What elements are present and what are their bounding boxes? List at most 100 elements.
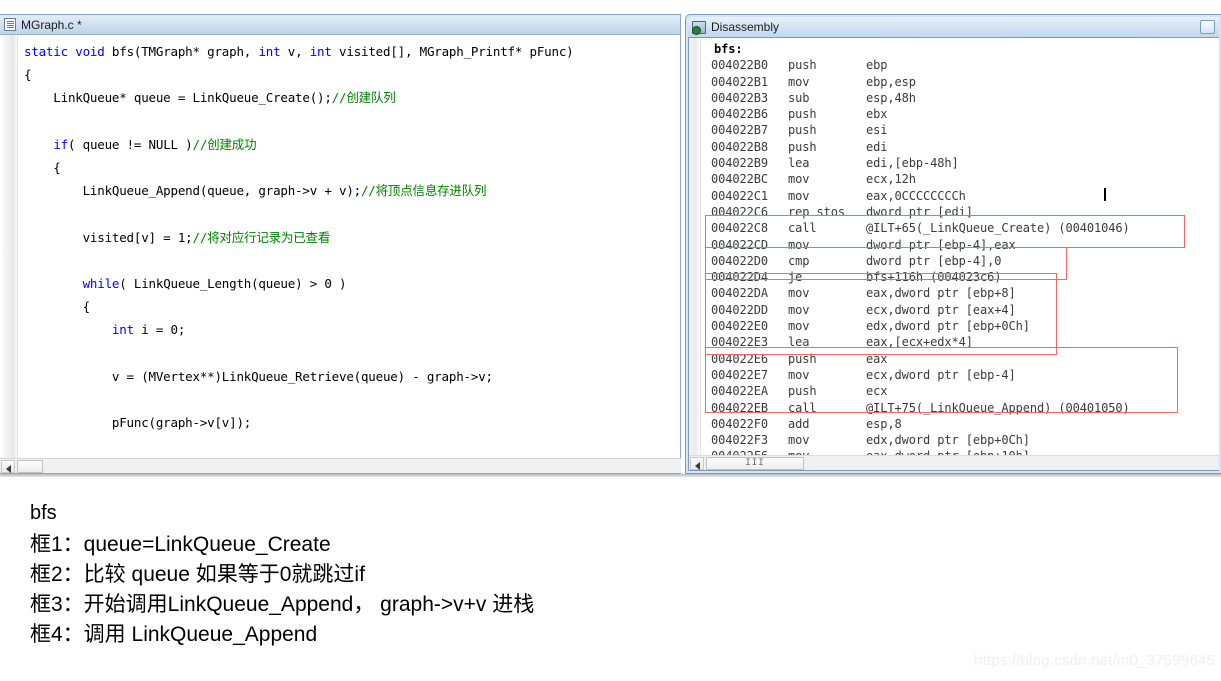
disassembly-window-button[interactable] [1200,20,1215,34]
disassembly-horizontal-scrollbar[interactable]: III [689,455,1219,470]
note-line-3: 框3：开始调用LinkQueue_Append， graph->v+v 进栈 [30,593,535,616]
instruction-mnemonic: mov [788,367,810,382]
disassembly-line[interactable]: 004022B0 push ebp [702,57,1219,73]
disassembly-line[interactable]: 004022B1 mov ebp,esp [702,74,1219,90]
code-text-span [24,276,83,291]
instruction-address: 004022EA [711,384,768,399]
instruction-operands: dword ptr [edi] [866,204,973,219]
disassembly-line[interactable]: 004022E0 mov edx,dword ptr [ebp+0Ch] [702,318,1219,334]
code-keyword: while [82,276,120,292]
code-text-span: v = (MVertex**)LinkQueue_Retrieve(queue)… [24,368,493,384]
instruction-operands: ecx,dword ptr [eax+4] [866,302,1016,317]
editor-horizontal-scrollbar[interactable] [0,458,681,473]
instruction-operands: edi [866,139,888,154]
screenshot-root: MGraph.c * static void bfs(TMGraph* grap… [0,0,1221,681]
instruction-operands: @ILT+65(_LinkQueue_Create) (00401046) [866,221,1130,236]
instruction-address: 004022BC [711,172,768,187]
code-text-span [24,322,112,337]
instruction-operands: eax,dword ptr [ebp+8] [866,286,1016,301]
disassembly-body[interactable]: bfs: 004022B0 push ebp 004022B1 mov ebp,esp 004… [688,37,1219,471]
disassembly-line[interactable]: 004022DD mov ecx,dword ptr [eax+4] [702,302,1219,318]
disassembly-line[interactable]: 004022C8 call @ILT+65(_LinkQueue_Create) (… [702,220,1219,236]
disassembly-line[interactable]: 004022B8 push edi [702,139,1219,155]
instruction-address: 004022D4 [711,270,768,285]
disassembly-window-icon [692,20,706,35]
source-editor-titlebar[interactable]: MGraph.c * [0,15,680,35]
scroll-left-arrow-icon[interactable] [690,456,704,470]
disassembly-line[interactable]: 004022E6 push eax [702,351,1219,367]
instruction-mnemonic: mov [788,319,810,334]
disassembly-line[interactable]: 004022B3 sub esp,48h [702,90,1219,106]
disassembly-line[interactable]: 004022C6 rep stos dword ptr [edi] [702,204,1219,220]
code-line: static void bfs(TMGraph* graph, int v, i… [24,40,680,63]
text-caret [1104,188,1106,201]
code-text-span: bfs(TMGraph* graph, [111,44,259,59]
source-editor-window: MGraph.c * static void bfs(TMGraph* grap… [0,14,681,474]
code-line: while( LinkQueue_Length(queue) > 0 ) [24,272,680,295]
code-text-span: i = 0; [133,322,186,338]
disassembly-line[interactable]: 004022B9 lea edi,[ebp-48h] [702,155,1219,171]
disassembly-line[interactable]: 004022D4 je bfs+116h (004023c6) [702,269,1219,285]
instruction-operands: bfs+116h (004023c6) [866,270,1002,285]
code-text-span: { [24,299,91,315]
disassembly-scroll-thumb[interactable]: III [706,456,804,470]
disassembly-line[interactable]: 004022C1 mov eax,0CCCCCCCCh [702,188,1219,204]
scroll-left-arrow-icon[interactable] [1,459,15,473]
disassembly-line[interactable]: 004022EB call @ILT+75(_LinkQueue_Append) (… [702,400,1219,416]
instruction-operands: @ILT+75(_LinkQueue_Append) (00401050) [866,400,1130,415]
disassembly-line[interactable]: 004022DA mov eax,dword ptr [ebp+8] [702,285,1219,301]
disassembly-line[interactable]: 004022E3 lea eax,[ecx+edx*4] [702,334,1219,350]
disassembly-function-label: bfs: [714,42,743,56]
code-text-span: { [24,160,61,176]
watermark: https://blog.csdn.net/m0_37599645 [974,652,1215,669]
disassembly-line[interactable]: 004022CD mov dword ptr [ebp-4],eax [702,237,1219,253]
disassembly-line[interactable]: 004022D0 cmp dword ptr [ebp-4],0 [702,253,1219,269]
disassembly-line[interactable]: 004022B7 push esi [702,122,1219,138]
disassembly-line[interactable]: 004022BC mov ecx,12h [702,171,1219,187]
note-line-1: 框1：queue=LinkQueue_Create [30,533,331,556]
instruction-mnemonic: push [788,58,817,73]
instruction-operands: esi [866,123,888,138]
disassembly-line[interactable]: 004022F0 add esp,8 [702,416,1219,432]
disassembly-line[interactable]: 004022EA push ecx [702,383,1219,399]
disassembly-line[interactable]: 004022E7 mov ecx,dword ptr [ebp-4] [702,367,1219,383]
instruction-operands: ebp,esp [866,74,916,89]
code-keyword: int [111,322,134,338]
disassembly-line[interactable]: 004022B6 push ebx [702,106,1219,122]
source-editor-body[interactable]: static void bfs(TMGraph* graph, int v, i… [0,35,680,459]
instruction-mnemonic: mov [788,302,810,317]
code-line: pFunc(graph->v[v]); [24,411,680,434]
instruction-mnemonic: mov [788,286,810,301]
instruction-mnemonic: lea [788,156,810,171]
code-text-span: v, [280,44,310,59]
instruction-address: 004022E6 [711,351,768,366]
instruction-mnemonic: add [788,416,810,431]
instruction-address: 004022C8 [711,221,768,236]
instruction-address: 004022E0 [711,319,768,334]
code-line: { [24,295,680,318]
disassembly-listing[interactable]: bfs: 004022B0 push ebp 004022B1 mov ebp,esp 004… [702,41,1219,470]
editor-scroll-thumb[interactable] [17,459,43,473]
instruction-mnemonic: rep stos [788,204,845,219]
instruction-mnemonic: push [788,107,817,122]
instruction-operands: esp,48h [866,90,916,105]
code-text[interactable]: static void bfs(TMGraph* graph, int v, i… [18,35,680,459]
instruction-operands: edi,[ebp-48h] [866,156,959,171]
instruction-address: 004022B8 [711,139,768,154]
disassembly-line[interactable]: 004022F3 mov edx,dword ptr [ebp+0Ch] [702,432,1219,448]
code-keyword: void [75,44,112,59]
instruction-mnemonic: mov [788,188,810,203]
code-line: LinkQueue_Append(queue, graph->v + v);//… [24,179,680,202]
window-baseline-divider [0,474,1221,477]
instruction-address: 004022B9 [711,156,768,171]
instruction-operands: dword ptr [ebp-4],0 [866,253,1002,268]
instruction-operands: edx,dword ptr [ebp+0Ch] [866,319,1030,334]
code-line: visited[v] = 1;//将对应行记录为已查看 [24,226,680,249]
disassembly-titlebar[interactable]: Disassembly [688,17,1219,37]
code-keyword: static [24,44,76,59]
instruction-address: 004022DD [711,302,768,317]
